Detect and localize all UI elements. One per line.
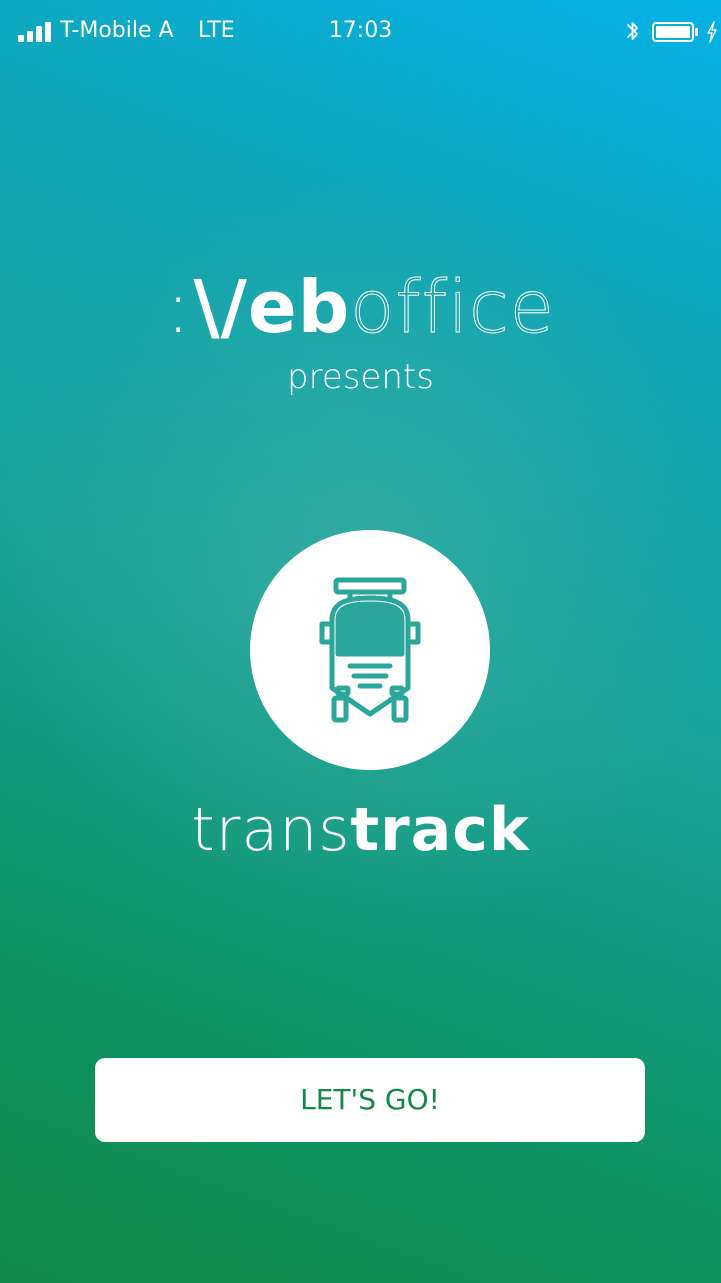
logo-dots: :: [166, 265, 192, 349]
charging-bolt-icon: [707, 21, 717, 43]
lets-go-button[interactable]: LET'S GO!: [95, 1058, 645, 1142]
logo-text-light: office: [350, 265, 555, 350]
bluetooth-icon: [627, 22, 638, 40]
battery-icon: [652, 22, 698, 42]
status-bar: T-Mobile A LTE 17:03: [0, 0, 721, 62]
truck-logo-circle: [250, 530, 490, 770]
status-time: 17:03: [328, 18, 393, 43]
logo-text-strong: \/eb: [193, 265, 351, 349]
product-name-bold: track: [350, 795, 530, 865]
presents-label: presents: [287, 357, 434, 397]
weboffice-logo: :\/eboffice: [0, 262, 721, 352]
product-name: transtrack: [0, 790, 721, 870]
truck-icon: [319, 577, 421, 723]
splash-screen: T-Mobile A LTE 17:03 :\/eboffice present…: [0, 0, 721, 1283]
product-name-light: trans: [191, 795, 351, 865]
